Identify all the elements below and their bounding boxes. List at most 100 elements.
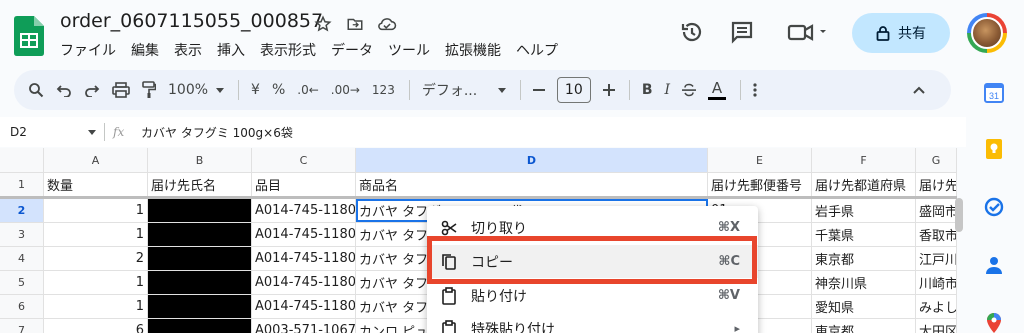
grid-cell[interactable]: 1 xyxy=(44,295,148,318)
font-size-input[interactable]: 10 xyxy=(556,77,591,103)
grid-cell[interactable]: 1 xyxy=(44,199,148,222)
zoom-select[interactable]: 100% xyxy=(168,76,225,104)
increase-decimal-button[interactable]: .00→ xyxy=(331,76,360,104)
grid-cell[interactable]: 6 xyxy=(44,319,148,333)
row-header[interactable]: 3 xyxy=(0,223,44,246)
select-all-corner[interactable] xyxy=(0,148,44,172)
column-header-b[interactable]: B xyxy=(148,148,252,172)
bold-button[interactable]: B xyxy=(642,76,653,104)
column-header-e[interactable]: E xyxy=(708,148,812,172)
collapse-menus-icon[interactable] xyxy=(913,76,925,104)
vertical-scrollbar[interactable] xyxy=(955,198,963,232)
cloud-saved-icon[interactable] xyxy=(376,13,398,35)
grid-cell[interactable]: 東京都 xyxy=(812,319,916,333)
row-header[interactable]: 5 xyxy=(0,271,44,294)
grid-cell[interactable]: 1 xyxy=(44,223,148,246)
grid-cell[interactable]: 商品名 xyxy=(356,173,708,196)
grid-cell[interactable]: A014-745-1180 xyxy=(252,295,356,318)
more-formats-button[interactable]: 123 xyxy=(372,76,395,104)
grid-cell[interactable]: A014-745-1180 xyxy=(252,247,356,270)
grid-cell[interactable]: 数量 xyxy=(44,173,148,196)
grid-cell[interactable]: 江戸川 xyxy=(916,247,957,270)
grid-cell[interactable]: 2 xyxy=(44,247,148,270)
column-header-d[interactable]: D xyxy=(356,148,708,172)
grid-cell[interactable]: 東京都 xyxy=(812,247,916,270)
paint-format-icon[interactable] xyxy=(142,76,156,104)
grid-cell[interactable]: 大田区 xyxy=(916,319,957,333)
row-header[interactable]: 7 xyxy=(0,319,44,333)
grid-cell[interactable]: 盛岡市 xyxy=(916,199,957,222)
menu-item-paste[interactable]: 貼り付け ⌘V xyxy=(427,279,758,312)
grid-cell[interactable]: 岩手県 xyxy=(812,199,916,222)
column-header-a[interactable]: A xyxy=(44,148,148,172)
avatar[interactable] xyxy=(967,13,1007,53)
row-header[interactable]: 2 xyxy=(0,199,44,222)
menu-help[interactable]: ヘルプ xyxy=(516,40,558,60)
menu-edit[interactable]: 編集 xyxy=(131,40,159,60)
text-color-button[interactable]: A xyxy=(708,76,727,104)
name-box[interactable]: D2 xyxy=(0,125,104,139)
print-icon[interactable] xyxy=(112,76,130,104)
grid-cell[interactable]: 1 xyxy=(44,271,148,294)
grid-cell[interactable]: 神奈川県 xyxy=(812,271,916,294)
menu-insert[interactable]: 挿入 xyxy=(217,40,245,60)
sheets-logo-icon[interactable] xyxy=(14,16,44,56)
menu-file[interactable]: ファイル xyxy=(60,40,116,60)
grid-cell[interactable]: A014-745-1180 xyxy=(252,271,356,294)
redacted-cell[interactable] xyxy=(148,271,252,294)
move-folder-icon[interactable] xyxy=(344,13,366,35)
more-options-icon[interactable] xyxy=(753,76,757,104)
meet-icon[interactable] xyxy=(784,18,830,46)
grid-cell[interactable]: 川崎市 xyxy=(916,271,957,294)
grid-cell[interactable]: 香取市 xyxy=(916,223,957,246)
italic-button[interactable]: I xyxy=(665,76,671,104)
row-header[interactable]: 4 xyxy=(0,247,44,270)
column-header-g[interactable]: G xyxy=(916,148,957,172)
document-title[interactable]: order_0607115055_000857 xyxy=(60,10,323,32)
redacted-cell[interactable] xyxy=(148,223,252,246)
redo-icon[interactable] xyxy=(84,76,100,104)
row-header[interactable]: 1 xyxy=(0,173,44,196)
redacted-cell[interactable] xyxy=(148,247,252,270)
grid-cell[interactable]: A003-571-1067 xyxy=(252,319,356,333)
currency-format-button[interactable]: ¥ xyxy=(251,76,260,104)
percent-format-button[interactable]: % xyxy=(272,76,285,104)
keep-icon[interactable] xyxy=(983,138,1005,160)
menu-item-cut[interactable]: 切り取り ⌘X xyxy=(427,211,758,244)
column-header-f[interactable]: F xyxy=(812,148,916,172)
grid-cell[interactable]: 千葉県 xyxy=(812,223,916,246)
row-header[interactable]: 6 xyxy=(0,295,44,318)
redacted-cell[interactable] xyxy=(148,199,252,222)
history-icon[interactable] xyxy=(678,18,706,46)
formula-input[interactable]: カバヤ タフグミ 100g×6袋 xyxy=(141,124,293,141)
calendar-icon[interactable]: 31 xyxy=(983,82,1005,104)
grid-cell[interactable]: A014-745-1180 xyxy=(252,199,356,222)
comment-icon[interactable] xyxy=(728,18,756,46)
grid-cell[interactable]: 届け先 xyxy=(916,173,957,196)
grid-cell[interactable]: A014-745-1180 xyxy=(252,223,356,246)
menu-item-paste-special[interactable]: 特殊貼り付け ▸ xyxy=(427,312,758,333)
grid-cell[interactable]: 品目 xyxy=(252,173,356,196)
strikethrough-icon[interactable] xyxy=(682,76,697,104)
star-icon[interactable] xyxy=(312,13,334,35)
maps-icon[interactable] xyxy=(983,312,1005,333)
menu-item-copy[interactable]: コピー ⌘C xyxy=(427,245,758,278)
share-button[interactable]: 共有 xyxy=(852,13,950,53)
grid-cell[interactable]: 届け先氏名 xyxy=(148,173,252,196)
decrease-decimal-button[interactable]: .0← xyxy=(297,76,319,104)
redacted-cell[interactable] xyxy=(148,295,252,318)
grid-cell[interactable]: 届け先郵便番号 xyxy=(708,173,812,196)
contacts-icon[interactable] xyxy=(983,254,1005,276)
search-menus-icon[interactable] xyxy=(28,76,44,104)
increase-font-size-icon[interactable] xyxy=(602,76,615,104)
menu-extensions[interactable]: 拡張機能 xyxy=(445,40,501,60)
undo-icon[interactable] xyxy=(56,76,72,104)
font-select[interactable]: デフォ... xyxy=(422,76,506,104)
decrease-font-size-icon[interactable] xyxy=(532,76,545,104)
grid-cell[interactable]: みよし xyxy=(916,295,957,318)
menu-tools[interactable]: ツール xyxy=(388,40,430,60)
tasks-icon[interactable] xyxy=(983,196,1005,218)
menu-view[interactable]: 表示 xyxy=(174,40,202,60)
grid-cell[interactable]: 愛知県 xyxy=(812,295,916,318)
redacted-cell[interactable] xyxy=(148,319,252,333)
